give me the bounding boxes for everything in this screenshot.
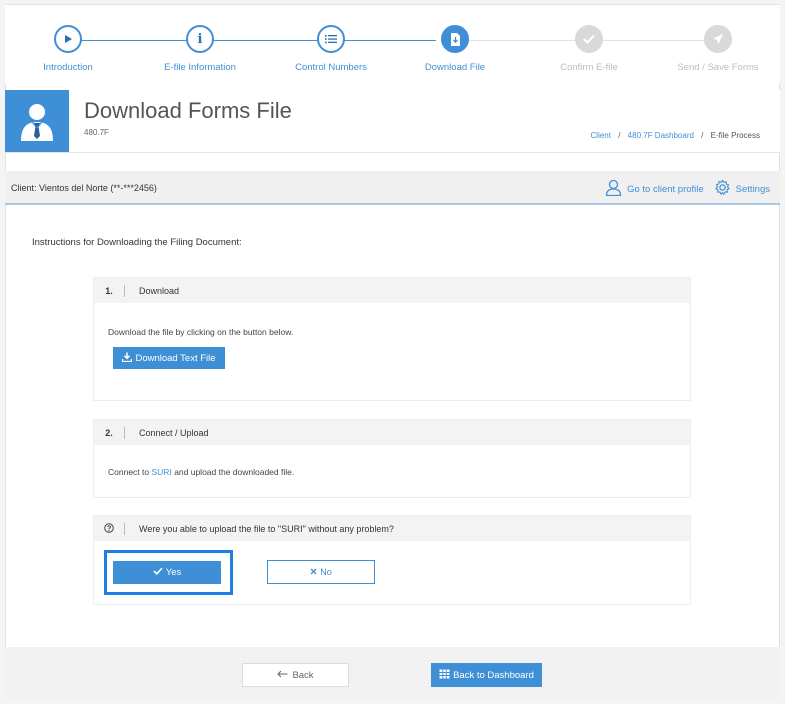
page-title: Download Forms File	[84, 98, 292, 123]
breadcrumb-separator: /	[701, 131, 704, 140]
client-info: Client: Vientos del Norte (**-***2456)	[11, 183, 157, 193]
step-label: Confirm E-file	[560, 62, 618, 73]
list-icon	[317, 25, 345, 53]
table-grid-icon	[439, 669, 450, 682]
settings-link[interactable]: Settings	[714, 179, 770, 199]
client-bar: Client: Vientos del Norte (**-***2456) G…	[5, 171, 780, 205]
check-icon	[575, 25, 603, 53]
page-subtitle: 480.7F	[84, 128, 109, 137]
settings-label: Settings	[735, 183, 770, 195]
download-text-file-label: Download Text File	[135, 352, 216, 364]
connect-upload-panel-body: Connect to SURI and upload the downloade…	[94, 467, 690, 477]
download-instruction-text: Download the file by clicking on the but…	[108, 327, 294, 337]
go-to-client-profile-label: Go to client profile	[627, 183, 704, 195]
breadcrumb-current: E-file Process	[710, 131, 760, 140]
progress-stepper: Introduction i E-file Information Contro…	[5, 5, 780, 83]
client-label-prefix: Client:	[11, 183, 37, 193]
download-panel-body: Download the file by clicking on the but…	[94, 327, 690, 369]
no-label: No	[320, 567, 332, 577]
step-label: Send / Save Forms	[677, 62, 759, 73]
footer-bar	[5, 647, 780, 698]
page-header: Download Forms File 480.7F Client / 480.…	[5, 90, 780, 153]
step-confirm-efile[interactable]: Confirm E-file	[539, 25, 639, 73]
gear-icon	[714, 179, 731, 199]
arrow-left-icon	[277, 670, 288, 681]
back-to-dashboard-label: Back to Dashboard	[453, 669, 534, 681]
step-label: Control Numbers	[295, 62, 367, 73]
breadcrumb-separator: /	[618, 131, 621, 140]
upload-confirmation-header: Were you able to upload the file to "SUR…	[94, 516, 690, 541]
user-outline-icon	[605, 179, 622, 199]
close-icon	[310, 567, 317, 577]
user-avatar-icon	[5, 90, 69, 152]
step-title: Download	[139, 285, 180, 296]
step-send-save-forms[interactable]: Send / Save Forms	[668, 25, 768, 73]
divider	[124, 522, 125, 535]
breadcrumb: Client / 480.7F Dashboard / E-file Proce…	[591, 131, 760, 140]
back-button[interactable]: Back	[242, 663, 349, 687]
step-number: 1.	[105, 285, 113, 296]
breadcrumb-dashboard[interactable]: 480.7F Dashboard	[628, 131, 694, 140]
download-text-file-button[interactable]: Download Text File	[113, 347, 225, 369]
step-efile-information[interactable]: i E-file Information	[150, 25, 250, 73]
step-label: Introduction	[43, 62, 93, 73]
step-label: Download File	[424, 62, 486, 73]
step-introduction[interactable]: Introduction	[18, 25, 118, 73]
download-icon	[122, 352, 133, 365]
suri-link[interactable]: SURI	[152, 467, 172, 477]
download-file-icon	[441, 25, 469, 53]
download-panel-header: 1. Download	[94, 278, 690, 303]
play-icon	[54, 25, 82, 53]
connect-upload-panel: 2. Connect / Upload Connect to SURI and …	[93, 419, 691, 498]
connect-upload-panel-header: 2. Connect / Upload	[94, 420, 690, 445]
download-panel: 1. Download Download the file by clickin…	[93, 277, 691, 401]
client-name: Vientos del Norte (**-***2456)	[39, 183, 157, 193]
step-control-numbers[interactable]: Control Numbers	[281, 25, 381, 73]
send-icon	[704, 25, 732, 53]
step-download-file[interactable]: Download File	[405, 25, 505, 73]
question-text: Were you able to upload the file to "SUR…	[139, 523, 394, 534]
step-title: Connect / Upload	[139, 427, 209, 438]
client-actions: Go to client profile Settings	[605, 179, 770, 199]
breadcrumb-client[interactable]: Client	[591, 131, 611, 140]
yes-button-highlight	[104, 550, 233, 595]
step-label: E-file Information	[164, 62, 236, 73]
connect-instruction-text: Connect to SURI and upload the downloade…	[108, 467, 676, 477]
divider	[124, 284, 125, 297]
connect-text-after: and upload the downloaded file.	[174, 467, 295, 477]
step-number: 2.	[105, 427, 113, 438]
info-icon: i	[186, 25, 214, 53]
divider	[124, 426, 125, 439]
instructions-heading: Instructions for Downloading the Filing …	[32, 237, 242, 248]
back-label: Back	[292, 669, 314, 681]
go-to-client-profile-link[interactable]: Go to client profile	[605, 179, 704, 199]
back-to-dashboard-button[interactable]: Back to Dashboard	[431, 663, 542, 687]
connect-text-before: Connect to	[108, 467, 150, 477]
no-button[interactable]: No	[267, 560, 375, 584]
question-circle-icon	[94, 522, 122, 535]
